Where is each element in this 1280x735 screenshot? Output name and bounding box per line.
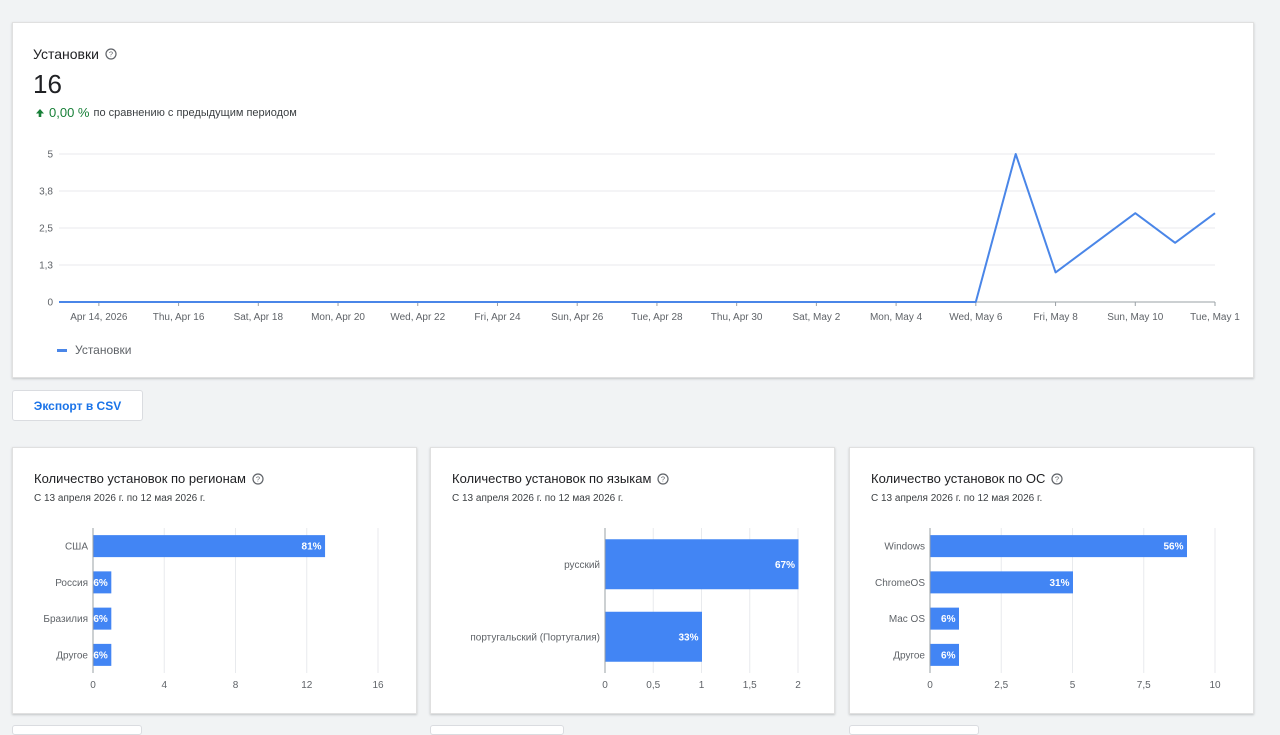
- x-tick-label: Fri, Apr 24: [474, 312, 521, 323]
- y-tick-label: 1,3: [39, 261, 53, 272]
- x-tick-label: 10: [1209, 680, 1221, 691]
- export-button-stub[interactable]: [849, 725, 979, 735]
- data-label: 67%: [775, 560, 795, 571]
- languages-bar-chart: 0 0,5 1 1,5 2 русский 67% португальский (Португ…: [470, 528, 801, 691]
- x-tick-label: 1,5: [743, 680, 757, 691]
- x-tick-label: 5: [1070, 680, 1076, 691]
- x-tick-label: Apr 14, 2026: [70, 312, 128, 323]
- x-tick-label: 16: [372, 680, 384, 691]
- x-tick-label: Thu, Apr 30: [711, 312, 763, 323]
- x-tick-label: 0,5: [646, 680, 660, 691]
- x-tick-label: 0: [927, 680, 933, 691]
- data-label: 6%: [941, 650, 956, 661]
- export-button-stub[interactable]: [12, 725, 142, 735]
- regions-bar-chart: 0 4 8 12 16 США 81% Россия 6% Бразилия 6% Другое 6%: [43, 528, 384, 691]
- bar: [93, 535, 326, 558]
- data-label: 81%: [302, 542, 322, 553]
- installs-line-chart: 5 3,8 2,5 1,3 0 Apr 14, 2026 Thu, Apr 16 Sat, A…: [39, 150, 1240, 324]
- category-label: Mac OS: [889, 614, 925, 625]
- regions-card: Количество установок по регионам ? С 13 …: [12, 447, 417, 714]
- x-tick-label: Fri, May 8: [1033, 312, 1078, 323]
- x-tick-label: Wed, May 6: [949, 312, 1003, 323]
- data-label: 56%: [1163, 542, 1183, 553]
- x-tick-label: Tue, Apr 28: [631, 312, 683, 323]
- x-tick-label: 8: [233, 680, 239, 691]
- x-tick-label: Sun, Apr 26: [551, 312, 604, 323]
- x-tick-label: Sat, May 2: [792, 312, 840, 323]
- x-tick-label: Thu, Apr 16: [153, 312, 205, 323]
- category-label: США: [65, 542, 88, 553]
- category-label: Бразилия: [43, 614, 88, 625]
- x-tick-label: Mon, May 4: [870, 312, 923, 323]
- data-label: 6%: [93, 650, 108, 661]
- y-tick-label: 0: [47, 298, 53, 309]
- x-tick-label: 0: [90, 680, 96, 691]
- export-csv-button[interactable]: Экспорт в CSV: [12, 390, 143, 421]
- bar: [930, 535, 1187, 558]
- os-bar-chart: 0 2,5 5 7,5 10 Windows 56% ChromeOS 31% Mac OS 6% Д…: [875, 528, 1221, 691]
- data-label: 6%: [941, 614, 956, 625]
- y-tick-label: 3,8: [39, 187, 53, 198]
- x-tick-label: Tue, May 1: [1190, 312, 1240, 323]
- export-button-stub[interactable]: [430, 725, 564, 735]
- category-label: Россия: [55, 578, 88, 589]
- data-label: 6%: [93, 614, 108, 625]
- x-tick-label: 4: [161, 680, 167, 691]
- x-tick-label: Sat, Apr 18: [234, 312, 284, 323]
- languages-card: Количество установок по языкам ? С 13 ап…: [430, 447, 835, 714]
- legend-label: Установки: [75, 343, 132, 357]
- x-tick-label: 0: [602, 680, 608, 691]
- category-label: португальский (Португалия): [470, 632, 600, 643]
- x-tick-label: 2,5: [994, 680, 1008, 691]
- x-tick-label: 7,5: [1137, 680, 1151, 691]
- x-tick-label: Sun, May 10: [1107, 312, 1164, 323]
- category-label: Другое: [56, 650, 88, 661]
- x-tick-label: 1: [699, 680, 705, 691]
- chart-legend[interactable]: Установки: [57, 343, 131, 357]
- installs-card: Установки ? 16 0,00 % по сравнению с пре…: [12, 22, 1254, 378]
- x-tick-label: 12: [301, 680, 313, 691]
- category-label: Другое: [893, 650, 925, 661]
- legend-swatch: [57, 348, 67, 352]
- data-label: 6%: [93, 578, 108, 589]
- data-label: 33%: [678, 632, 698, 643]
- bar: [605, 539, 799, 590]
- category-label: Windows: [884, 542, 925, 553]
- category-label: ChromeOS: [875, 578, 925, 589]
- os-card: Количество установок по ОС ? С 13 апреля…: [849, 447, 1254, 714]
- x-tick-label: Mon, Apr 20: [311, 312, 365, 323]
- data-label: 31%: [1049, 578, 1069, 589]
- category-label: русский: [564, 560, 600, 571]
- x-tick-label: Wed, Apr 22: [390, 312, 445, 323]
- y-tick-label: 2,5: [39, 224, 53, 235]
- y-tick-label: 5: [47, 150, 53, 161]
- x-tick-label: 2: [795, 680, 801, 691]
